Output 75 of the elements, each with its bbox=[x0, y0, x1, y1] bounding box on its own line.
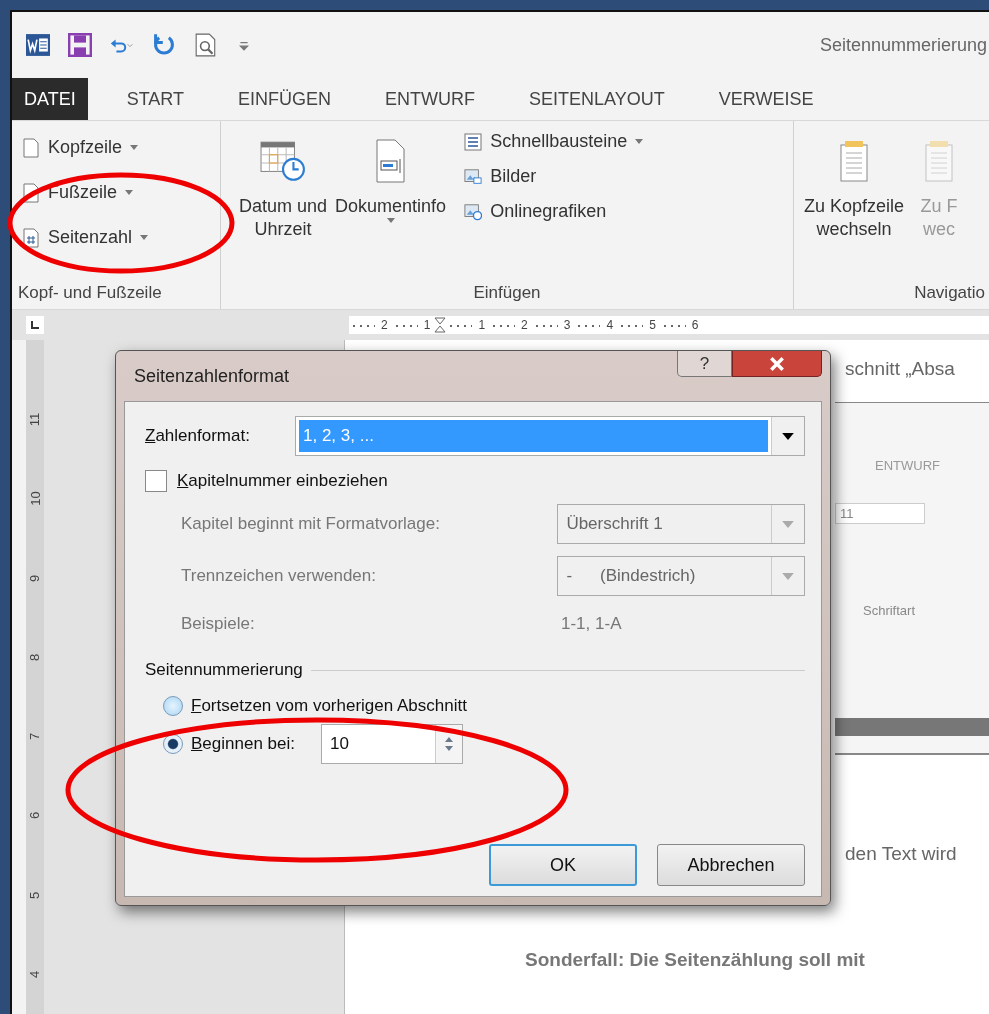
group-label: Navigatio bbox=[913, 282, 986, 304]
save-icon[interactable] bbox=[68, 33, 92, 57]
dropdown-arrow-icon bbox=[782, 432, 794, 440]
ruler-number: 11 bbox=[27, 412, 43, 427]
dialog-button[interactable]: Abbrechen bbox=[657, 844, 805, 886]
close-icon bbox=[769, 356, 785, 371]
ribbon-tab[interactable]: VERWEISE bbox=[691, 78, 841, 120]
ruler-number: 2 bbox=[381, 318, 388, 332]
checkbox[interactable] bbox=[145, 470, 167, 492]
group-label: Kopf- und Fußzeile bbox=[17, 282, 163, 304]
ruler-number: 1 bbox=[478, 318, 486, 332]
picture-icon bbox=[464, 166, 483, 187]
page-number-icon bbox=[22, 227, 40, 248]
radio-label: Fortsetzen vom vorherigen Abschnitt bbox=[191, 696, 467, 716]
document-text: den Text wird bbox=[845, 843, 957, 865]
online-picture-icon bbox=[464, 201, 483, 222]
checkbox-label: Kapitelnummer einbeziehen bbox=[177, 471, 388, 491]
examples-value: 1-1, 1-A bbox=[561, 614, 622, 634]
ribbon-button[interactable]: Schnellbausteine bbox=[462, 127, 646, 156]
font-size-field: 11 bbox=[835, 503, 925, 524]
group-label: Einfügen bbox=[472, 282, 542, 304]
help-button[interactable]: ? bbox=[677, 351, 732, 377]
ruler-number: 4 bbox=[27, 970, 43, 978]
redo-icon[interactable] bbox=[152, 33, 176, 57]
dropdown-arrow-icon bbox=[782, 520, 794, 528]
ribbon-tab[interactable]: SEITENLAYOUT bbox=[502, 78, 692, 120]
ribbon-button[interactable]: Fußzeile bbox=[20, 178, 212, 207]
window-title: Seitennummerierung bbox=[819, 34, 987, 56]
radio-button[interactable] bbox=[163, 734, 183, 754]
radio-label: Beginnen bei: bbox=[191, 734, 295, 754]
ribbon-button[interactable]: Seitenzahl bbox=[20, 223, 212, 252]
ruler-number: 4 bbox=[606, 318, 614, 332]
ruler-number: 5 bbox=[649, 318, 656, 332]
dialog-title: Seitenzahlenformat bbox=[134, 365, 290, 387]
group-label: Schriftart bbox=[863, 603, 915, 618]
radio-button[interactable] bbox=[163, 696, 183, 716]
tab-selector-icon[interactable] bbox=[26, 316, 44, 334]
ribbon-tab[interactable]: ENTWURF bbox=[358, 78, 502, 120]
ribbon-tab[interactable]: START bbox=[99, 78, 211, 120]
field-label: Zahlenformat: bbox=[145, 426, 251, 446]
field-label: Trennzeichen verwenden: bbox=[181, 566, 377, 586]
ruler-number: 7 bbox=[27, 733, 43, 741]
close-button[interactable] bbox=[732, 351, 822, 377]
document-heading: Sonderfall: Die Seitenzählung soll mit bbox=[525, 949, 865, 971]
ribbon-button[interactable]: Datum und Uhrzeit bbox=[237, 127, 330, 279]
ribbon-button[interactable]: Kopfzeile bbox=[20, 133, 212, 162]
start-number-field[interactable]: 10 bbox=[321, 724, 463, 764]
ribbon-button[interactable]: Zu Kopfzeile wechseln bbox=[802, 127, 907, 279]
ribbon-tab[interactable]: EINFÜGEN bbox=[211, 78, 359, 120]
ruler-number: 6 bbox=[691, 318, 699, 332]
ruler-number: 3 bbox=[563, 318, 571, 332]
indent-marker-icon[interactable] bbox=[434, 317, 447, 333]
field-label: Beispiele: bbox=[181, 614, 256, 634]
ruler-number: 1 bbox=[423, 318, 431, 332]
quick-parts-icon bbox=[464, 131, 483, 152]
document-text: schnitt „Absa bbox=[845, 358, 955, 380]
print-preview-icon[interactable] bbox=[194, 33, 218, 57]
ruler-number: 2 bbox=[521, 318, 528, 332]
ruler-number: 5 bbox=[27, 891, 43, 899]
dialog-button[interactable]: OK bbox=[489, 844, 637, 886]
field-label: Kapitel beginnt mit Formatvorlage: bbox=[181, 514, 441, 534]
ruler-number: 8 bbox=[27, 653, 43, 661]
word-logo-icon bbox=[26, 33, 50, 57]
calendar-clock-icon bbox=[260, 139, 307, 183]
section-heading: Seitennummerierung bbox=[145, 660, 303, 680]
ribbon-button[interactable]: Onlinegrafiken bbox=[462, 197, 646, 226]
ruler-number: 6 bbox=[27, 812, 43, 820]
ribbon-button[interactable]: Bilder bbox=[462, 162, 646, 191]
ruler-number: 10 bbox=[27, 491, 43, 507]
ribbon-button[interactable]: Dokumentinfo bbox=[333, 127, 449, 279]
tab-label: ENTWURF bbox=[875, 458, 940, 473]
ribbon-tab[interactable]: DATEI bbox=[12, 78, 88, 120]
dropdown-arrow-icon bbox=[782, 572, 794, 580]
page-icon bbox=[22, 137, 40, 158]
ruler-number: 9 bbox=[27, 574, 43, 582]
